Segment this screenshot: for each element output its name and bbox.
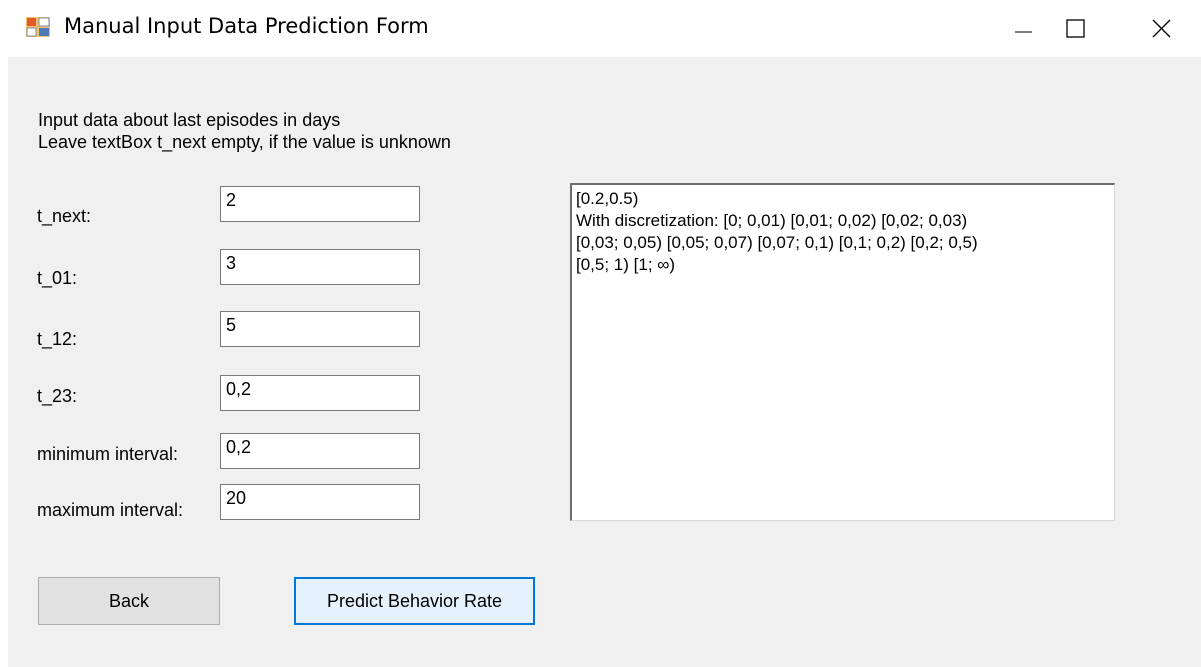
- maximum-interval-label: maximum interval:: [37, 500, 184, 520]
- predict-behavior-rate-button[interactable]: Predict Behavior Rate: [294, 577, 535, 625]
- t-next-label: t_next:: [37, 206, 92, 226]
- prediction-output-textbox[interactable]: [0.2,0.5) With discretization: [0; 0,01)…: [570, 183, 1115, 521]
- app-form-icon: [26, 17, 50, 37]
- close-icon: [1152, 19, 1171, 37]
- maximize-button[interactable]: [1041, 0, 1111, 57]
- window-title: Manual Input Data Prediction Form: [64, 14, 429, 38]
- instructions-text: Input data about last episodes in days L…: [38, 109, 451, 153]
- instructions-line-1: Input data about last episodes in days: [38, 110, 341, 130]
- instructions-line-2: Leave textBox t_next empty, if the value…: [38, 132, 451, 152]
- t-01-label: t_01:: [37, 268, 78, 288]
- title-bar[interactable]: Manual Input Data Prediction Form: [0, 0, 1201, 57]
- t-12-label: t_12:: [37, 329, 78, 349]
- minimum-interval-label: minimum interval:: [37, 444, 179, 464]
- t-23-label: t_23:: [37, 386, 78, 406]
- t-23-input[interactable]: 0,2: [220, 375, 420, 411]
- t-12-input[interactable]: 5: [220, 311, 420, 347]
- back-button[interactable]: Back: [38, 577, 220, 625]
- minimum-interval-input[interactable]: 0,2: [220, 433, 420, 469]
- minimize-icon: [1015, 31, 1032, 32]
- t-01-input[interactable]: 3: [220, 249, 420, 285]
- t-next-input[interactable]: 2: [220, 186, 420, 222]
- close-button[interactable]: [1127, 0, 1197, 57]
- maximize-icon: [1066, 18, 1085, 38]
- app-window: Manual Input Data Prediction Form Input …: [0, 0, 1201, 667]
- maximum-interval-input[interactable]: 20: [220, 484, 420, 520]
